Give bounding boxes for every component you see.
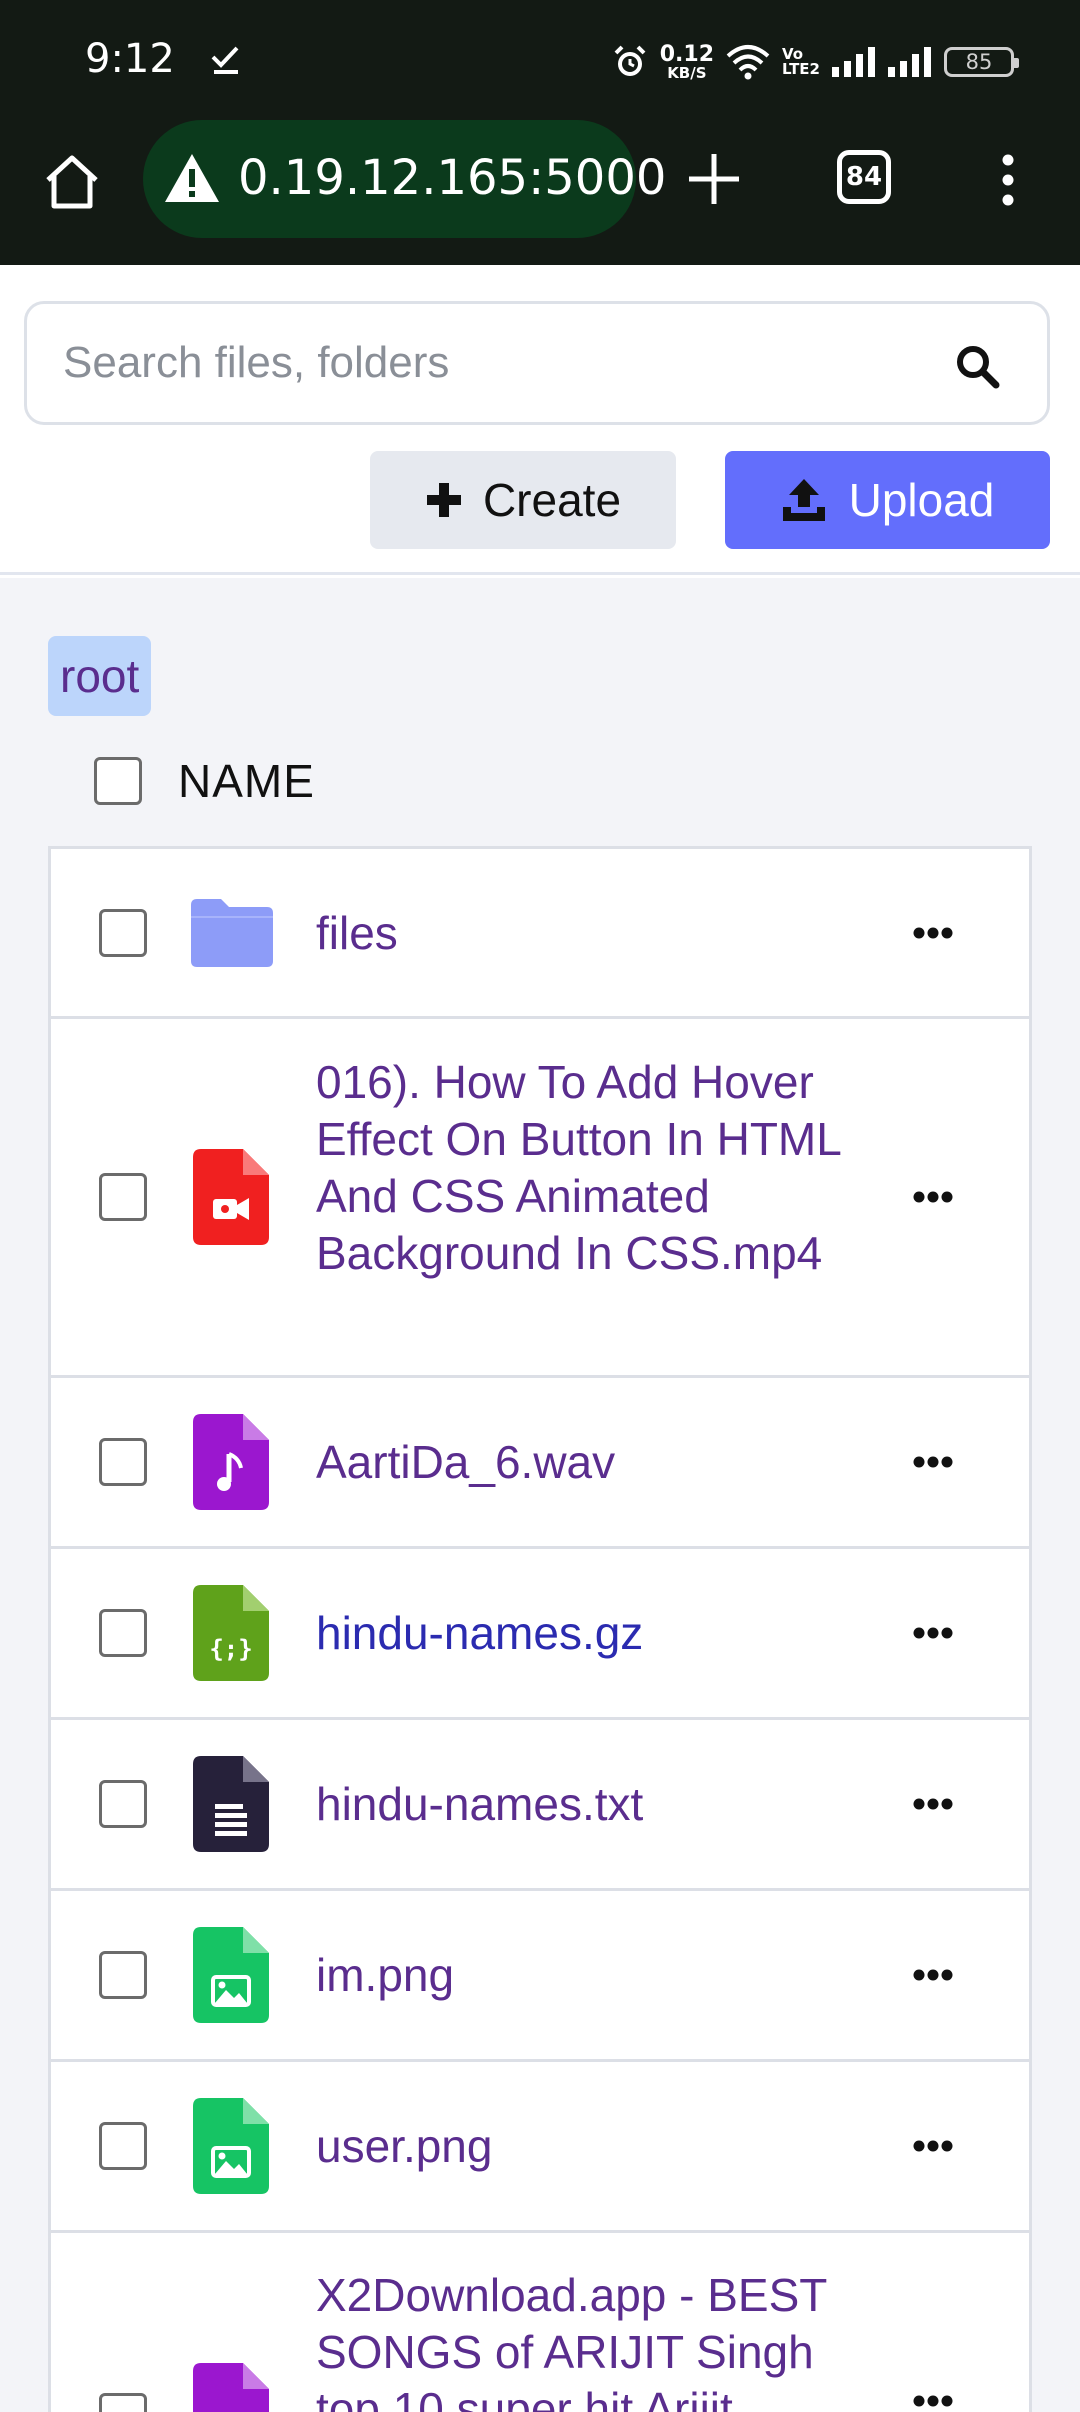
signal-icon-sim2 — [888, 47, 931, 77]
network-speed-unit: KB/S — [667, 63, 707, 82]
plus-icon — [426, 483, 461, 517]
status-bar: 9:12 0.12 KB/S Vo LTE2 85 — [0, 0, 1080, 120]
network-speed: 0.12 KB/S — [659, 41, 714, 82]
volte-indicator: Vo LTE2 — [782, 47, 820, 77]
battery-level: 85 — [965, 50, 993, 74]
file-browser: root NAME files 016). How To Add Hover E… — [0, 578, 1080, 2412]
row-checkbox[interactable] — [99, 2122, 147, 2170]
list-item[interactable]: 016). How To Add Hover Effect On Button … — [51, 1019, 1029, 1378]
more-horiz-icon[interactable] — [913, 925, 953, 941]
more-horiz-icon[interactable] — [913, 2138, 953, 2154]
more-horiz-icon[interactable] — [913, 2393, 953, 2409]
more-horiz-icon[interactable] — [913, 1189, 953, 1205]
name-column-header[interactable]: NAME — [178, 754, 315, 808]
more-horiz-icon[interactable] — [913, 1454, 953, 1470]
browser-toolbar: 0.19.12.165:5000 84 — [0, 120, 1080, 265]
breadcrumb-root[interactable]: root — [48, 636, 152, 716]
volte-bottom: LTE2 — [782, 60, 820, 78]
download-done-icon — [211, 46, 239, 74]
file-name[interactable]: X2Download.app - BEST SONGS of ARIJIT Si… — [316, 2267, 856, 2412]
list-item[interactable]: {;} hindu-names.gz — [51, 1549, 1029, 1720]
search-box — [24, 301, 1050, 425]
row-checkbox[interactable] — [99, 1780, 147, 1828]
folder-icon — [191, 898, 273, 967]
more-horiz-icon[interactable] — [913, 1796, 953, 1812]
file-name[interactable]: AartiDa_6.wav — [316, 1434, 856, 1491]
list-item[interactable]: user.png — [51, 2062, 1029, 2233]
list-item[interactable]: im.png — [51, 1891, 1029, 2062]
row-checkbox[interactable] — [99, 1609, 147, 1657]
row-checkbox[interactable] — [99, 908, 147, 957]
file-name[interactable]: im.png — [316, 1947, 856, 2004]
row-checkbox[interactable] — [99, 1173, 147, 1221]
search-input[interactable] — [63, 304, 923, 422]
more-horiz-icon[interactable] — [913, 1967, 953, 1983]
create-button-label: Create — [482, 474, 622, 526]
code-file-icon: {;} — [193, 1585, 269, 1681]
select-all-checkbox[interactable] — [94, 757, 142, 805]
create-button[interactable]: Create — [370, 451, 676, 549]
file-name[interactable]: 016). How To Add Hover Effect On Button … — [316, 1054, 856, 1282]
signal-icon-sim1 — [832, 47, 875, 77]
upload-icon — [782, 479, 825, 521]
file-name[interactable]: hindu-names.gz — [316, 1605, 856, 1662]
wifi-icon — [726, 45, 770, 80]
search-icon[interactable] — [953, 342, 1001, 390]
image-file-icon — [193, 1927, 269, 2023]
new-tab-icon[interactable] — [685, 150, 743, 208]
status-time: 9:12 — [85, 36, 175, 82]
app-header: Create Upload — [0, 265, 1080, 575]
row-checkbox[interactable] — [99, 1438, 147, 1486]
warning-icon[interactable] — [163, 152, 221, 204]
audio-file-icon — [193, 1414, 269, 1510]
audio-file-icon — [193, 2363, 269, 2412]
more-vert-icon[interactable] — [990, 150, 1026, 210]
status-icons: 0.12 KB/S Vo LTE2 85 — [612, 38, 1019, 86]
alarm-icon — [614, 45, 646, 76]
more-horiz-icon[interactable] — [913, 1625, 953, 1641]
row-checkbox[interactable] — [99, 1951, 147, 1999]
file-name[interactable]: files — [316, 905, 856, 962]
image-file-icon — [193, 2098, 269, 2194]
address-bar-url: 0.19.12.165:5000 — [238, 150, 667, 206]
file-name[interactable]: user.png — [316, 2118, 856, 2175]
row-checkbox[interactable] — [99, 2393, 147, 2412]
list-header: NAME — [94, 754, 315, 808]
home-icon[interactable] — [40, 150, 104, 214]
text-file-icon — [193, 1756, 269, 1852]
video-file-icon — [193, 1149, 269, 1245]
svg-text:{;}: {;} — [209, 1635, 252, 1663]
list-item[interactable]: hindu-names.txt — [51, 1720, 1029, 1891]
tab-count: 84 — [845, 162, 883, 192]
network-speed-value: 0.12 — [659, 41, 714, 67]
tab-switcher-button[interactable]: 84 — [837, 150, 891, 204]
file-name[interactable]: hindu-names.txt — [316, 1776, 856, 1833]
list-item[interactable]: X2Download.app - BEST SONGS of ARIJIT Si… — [51, 2233, 1029, 2412]
system-top-bar: 9:12 0.12 KB/S Vo LTE2 85 0.19.12.165:50… — [0, 0, 1080, 265]
battery-icon: 85 — [944, 47, 1019, 77]
upload-button[interactable]: Upload — [725, 451, 1050, 549]
list-item[interactable]: AartiDa_6.wav — [51, 1378, 1029, 1549]
list-item[interactable]: files — [51, 849, 1029, 1019]
upload-button-label: Upload — [848, 474, 995, 526]
address-bar[interactable]: 0.19.12.165:5000 — [143, 120, 666, 238]
file-list: files 016). How To Add Hover Effect On B… — [48, 846, 1032, 2412]
